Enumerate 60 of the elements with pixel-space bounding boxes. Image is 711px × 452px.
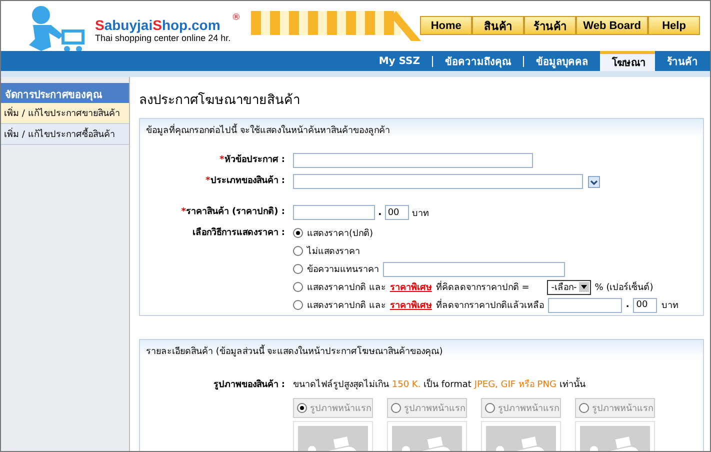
nav-button[interactable]: Help	[648, 16, 700, 35]
radio-button[interactable]	[297, 403, 307, 413]
input-field[interactable]: 00	[384, 205, 409, 220]
registered-mark: ®	[232, 13, 241, 23]
radio-button[interactable]	[293, 264, 303, 274]
radio-button[interactable]	[579, 403, 589, 413]
unit-label: % (เปอร์เซ็นต์)	[594, 280, 654, 294]
tagline: Thai shopping center online 24 hr.	[95, 33, 231, 43]
radio-button[interactable]	[293, 282, 303, 292]
nav-button[interactable]: ร้านค้า	[524, 16, 576, 35]
logo-wordmark: SabuyjaiShop.com	[95, 17, 222, 33]
nav-tab[interactable]: ข้อมูลบุคคล	[524, 51, 600, 71]
dropdown-icon[interactable]	[588, 176, 600, 188]
section-header: รายละเอียดสินค้า (ข้อมูลส่วนนี้ จะแสดงในหน้าประกาศโฆษณาสินค้าของคุณ)	[140, 340, 703, 358]
radio-button[interactable]	[293, 300, 303, 310]
option-label: แสดงราคา(ปกติ)	[307, 228, 374, 240]
nav-button[interactable]: Web Board	[576, 16, 648, 35]
unit-label: บาท	[412, 208, 429, 220]
nav-button[interactable]: Home	[420, 16, 472, 35]
page-title: ลงประกาศโฆษณาขายสินค้า	[139, 91, 301, 110]
required-mark: *	[181, 207, 186, 217]
section-header: ข้อมูลที่คุณกรอกต่อไปนี้ จะใช้แสดงในหน้าค้นหาสินค้าของลูกค้า	[140, 119, 703, 137]
input-field[interactable]	[293, 153, 533, 168]
input-field[interactable]: 00	[633, 298, 658, 312]
radio-button[interactable]	[293, 246, 303, 256]
field-label: หัวข้อประกาศ :	[224, 155, 285, 165]
input-field[interactable]	[548, 298, 622, 312]
option-label: แสดงราคาปกติ และ	[307, 300, 386, 312]
nav-tab[interactable]: ข้อความถึงคุณ	[433, 51, 523, 71]
option-label: แสดงราคาปกติ และ	[307, 282, 386, 294]
decimal-point: .	[378, 207, 382, 218]
nav-tab[interactable]: My SSZ	[366, 51, 432, 71]
field-label: ราคาสินค้า (ราคาปกติ) :	[186, 207, 285, 217]
option-label: ไม่แสดงราคา	[307, 245, 360, 258]
nav-button[interactable]: สินค้า	[472, 16, 524, 35]
radio-button[interactable]	[293, 228, 303, 238]
sidebar-item[interactable]: เพิ่ม / แก้ไขประกาศขายสินค้า	[1, 103, 129, 124]
radio-button[interactable]	[485, 403, 495, 413]
required-mark: *	[206, 176, 210, 186]
nav-tab[interactable]: โฆษณา	[600, 51, 655, 71]
option-label: ข้อความแทนราคา	[307, 264, 379, 276]
input-field[interactable]	[383, 262, 565, 276]
percent-dropdown[interactable]: -เลือก-	[547, 280, 591, 294]
decimal-point: .	[626, 300, 630, 310]
nav-tab[interactable]: ร้านค้า	[655, 51, 710, 71]
field-label: ประเภทของสินค้า :	[210, 176, 285, 186]
field-label: เลือกวิธีการแสดงราคา :	[191, 226, 285, 240]
input-field[interactable]	[293, 205, 375, 220]
sidebar-title: จัดการประกาศของคุณ	[1, 83, 129, 103]
image-requirements-text: ขนาดไฟล์รูปสูงสุดไม่เกิน 150 K. เป็น format JPEG, GIF หรือ PNG เท่านั้น	[293, 378, 703, 393]
special-price-link[interactable]: ราคาพิเศษ	[390, 298, 432, 312]
radio-button[interactable]	[391, 403, 401, 413]
required-mark: *	[220, 155, 224, 165]
input-field[interactable]	[293, 174, 583, 189]
special-price-link[interactable]: ราคาพิเศษ	[390, 280, 432, 294]
option-label: ที่คิดลดจากราคาปกติ =	[436, 280, 530, 294]
dropdown-icon	[578, 282, 589, 292]
unit-label: บาท	[661, 300, 678, 312]
option-label: ที่ลดจากราคาปกติแล้วเหลือ	[436, 298, 544, 312]
field-label: รูปภาพของสินค้า :	[212, 378, 285, 392]
